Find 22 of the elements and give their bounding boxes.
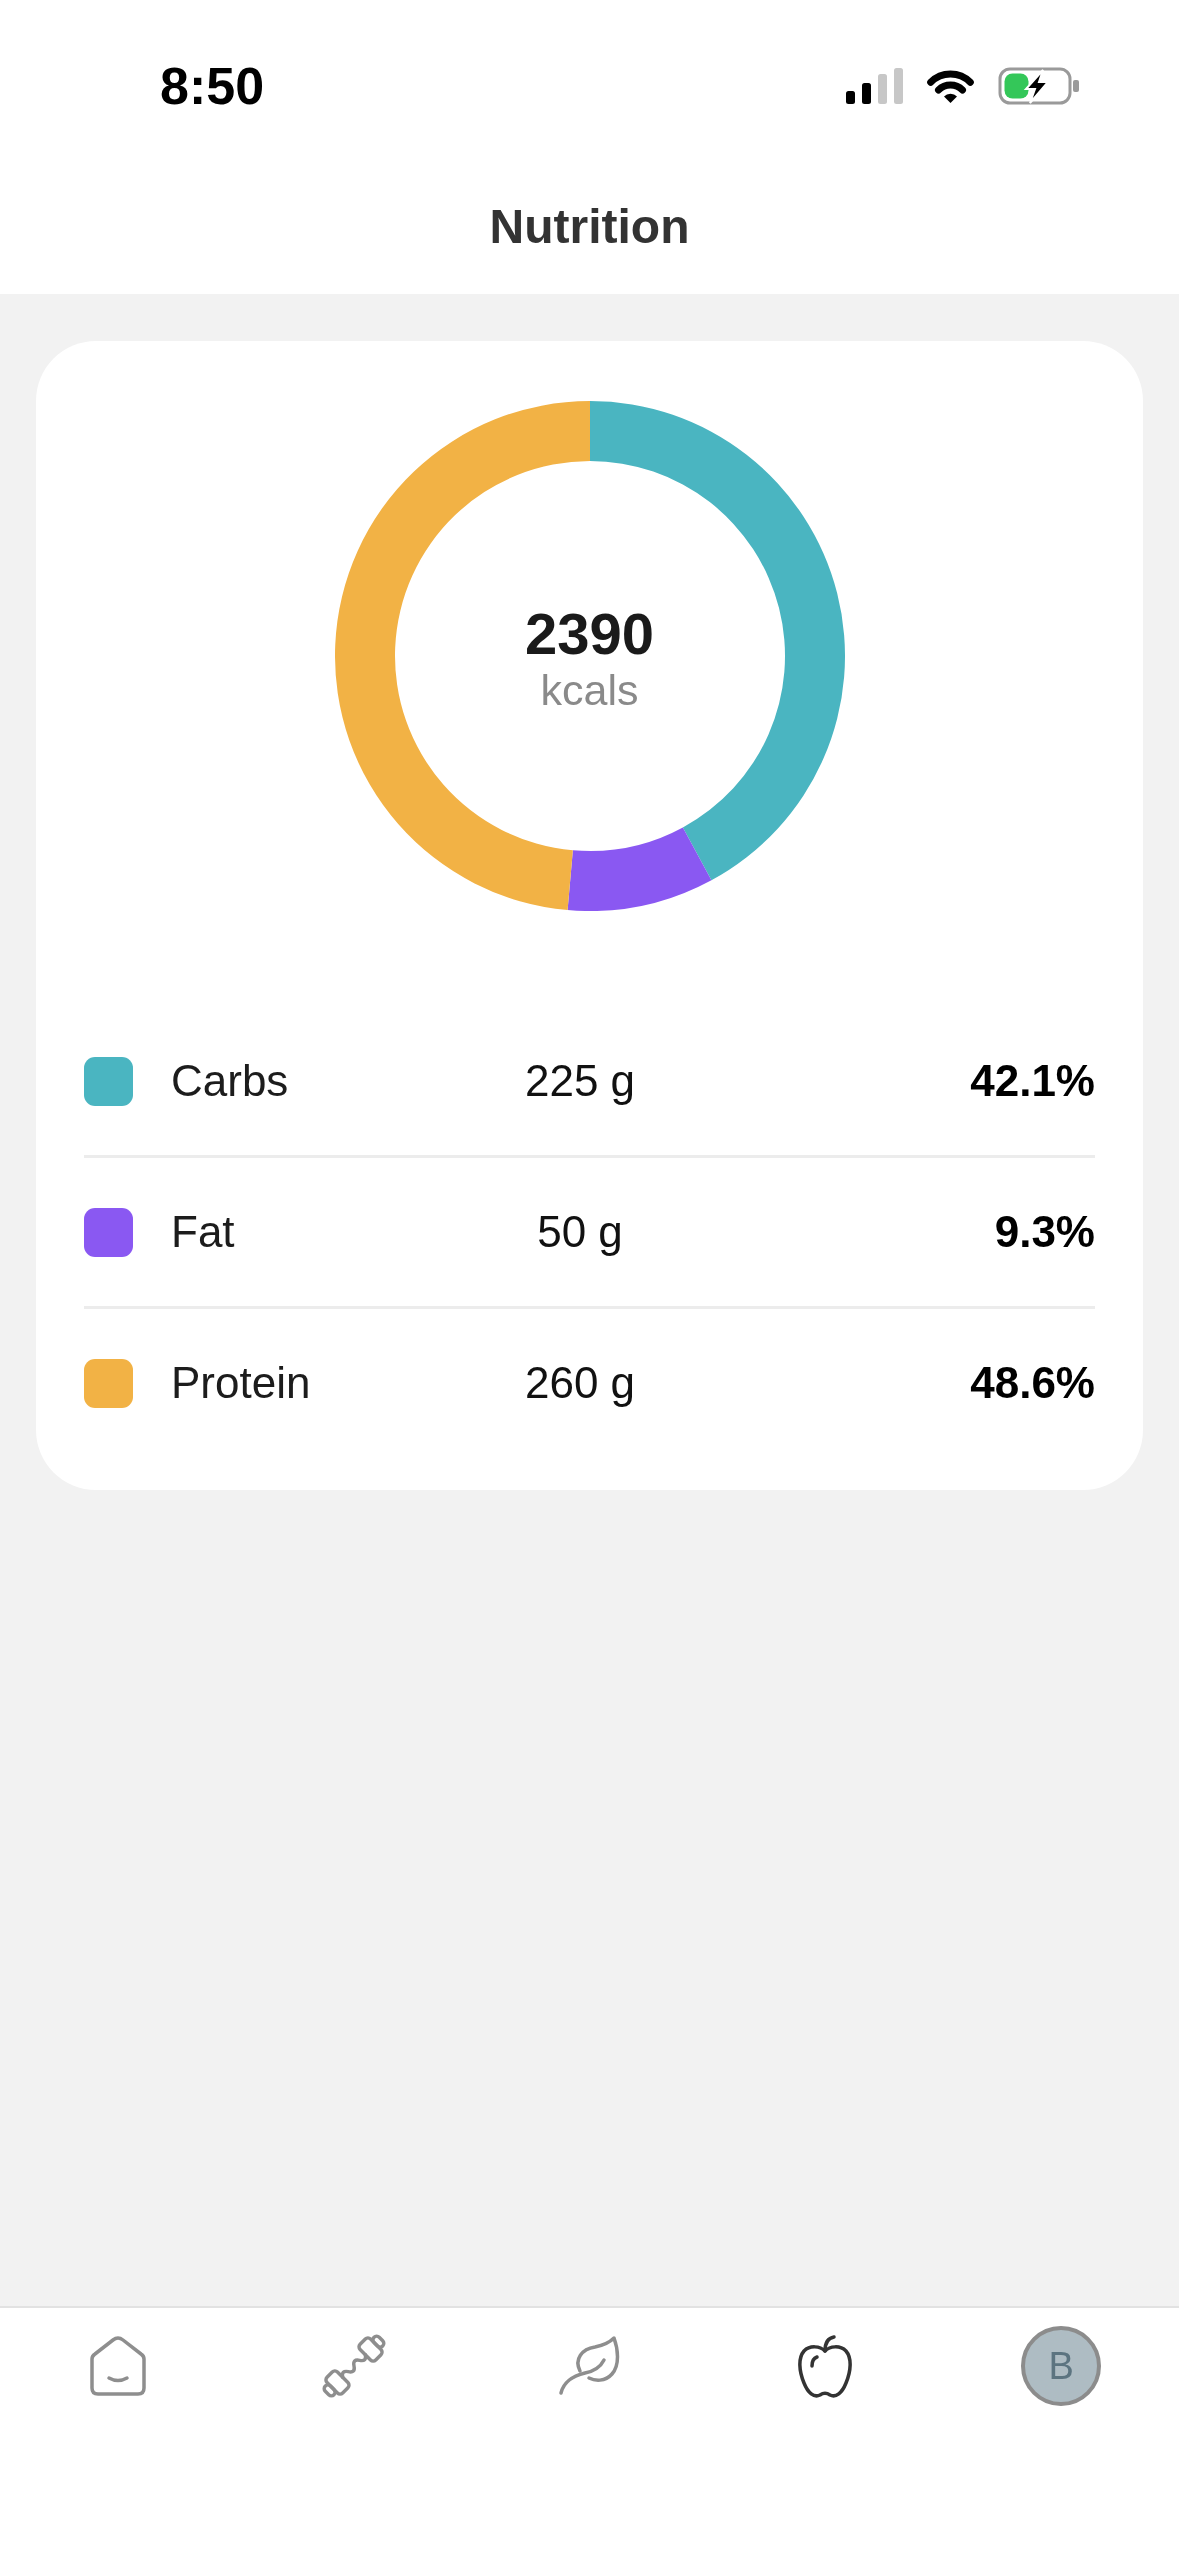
status-time: 8:50 <box>160 60 265 112</box>
battery-icon <box>998 67 1080 105</box>
apple-icon <box>796 2333 855 2399</box>
macro-amount: 260 g <box>523 1356 637 1409</box>
avatar-button[interactable]: B <box>1021 2326 1102 2406</box>
macro-name: Carbs <box>171 1054 290 1107</box>
macro-amount: 50 g <box>536 1205 624 1258</box>
dumbbell-icon <box>321 2334 386 2398</box>
signal-icon <box>846 68 903 104</box>
macro-amount: 225 g <box>523 1054 637 1107</box>
macro-name: Protein <box>171 1356 312 1409</box>
calorie-unit: kcals <box>540 668 639 712</box>
house-icon <box>87 2335 148 2397</box>
macro-name: Fat <box>171 1205 236 1258</box>
macro-percent: 42.1% <box>969 1054 1095 1107</box>
calorie-total: 2390 <box>525 604 654 663</box>
macro-percent: 48.6% <box>969 1356 1095 1409</box>
macro-percent: 9.3% <box>993 1205 1095 1258</box>
leaf-icon <box>558 2335 621 2397</box>
tab-button[interactable] <box>796 2333 855 2399</box>
wifi-icon <box>925 68 976 104</box>
screen-title: Nutrition <box>489 200 690 254</box>
